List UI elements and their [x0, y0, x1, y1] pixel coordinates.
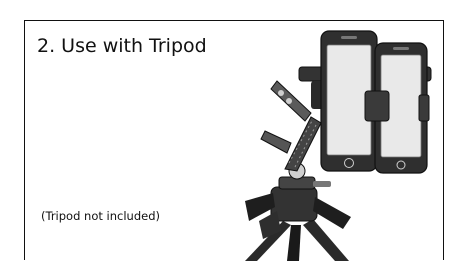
- step-title: 2. Use with Tripod: [37, 35, 207, 57]
- tripod-note: (Tripod not included): [41, 209, 160, 223]
- instruction-card: 2. Use with Tripod (Tripod not included): [24, 20, 444, 261]
- tripod-phone-mount-illustration: [245, 30, 432, 261]
